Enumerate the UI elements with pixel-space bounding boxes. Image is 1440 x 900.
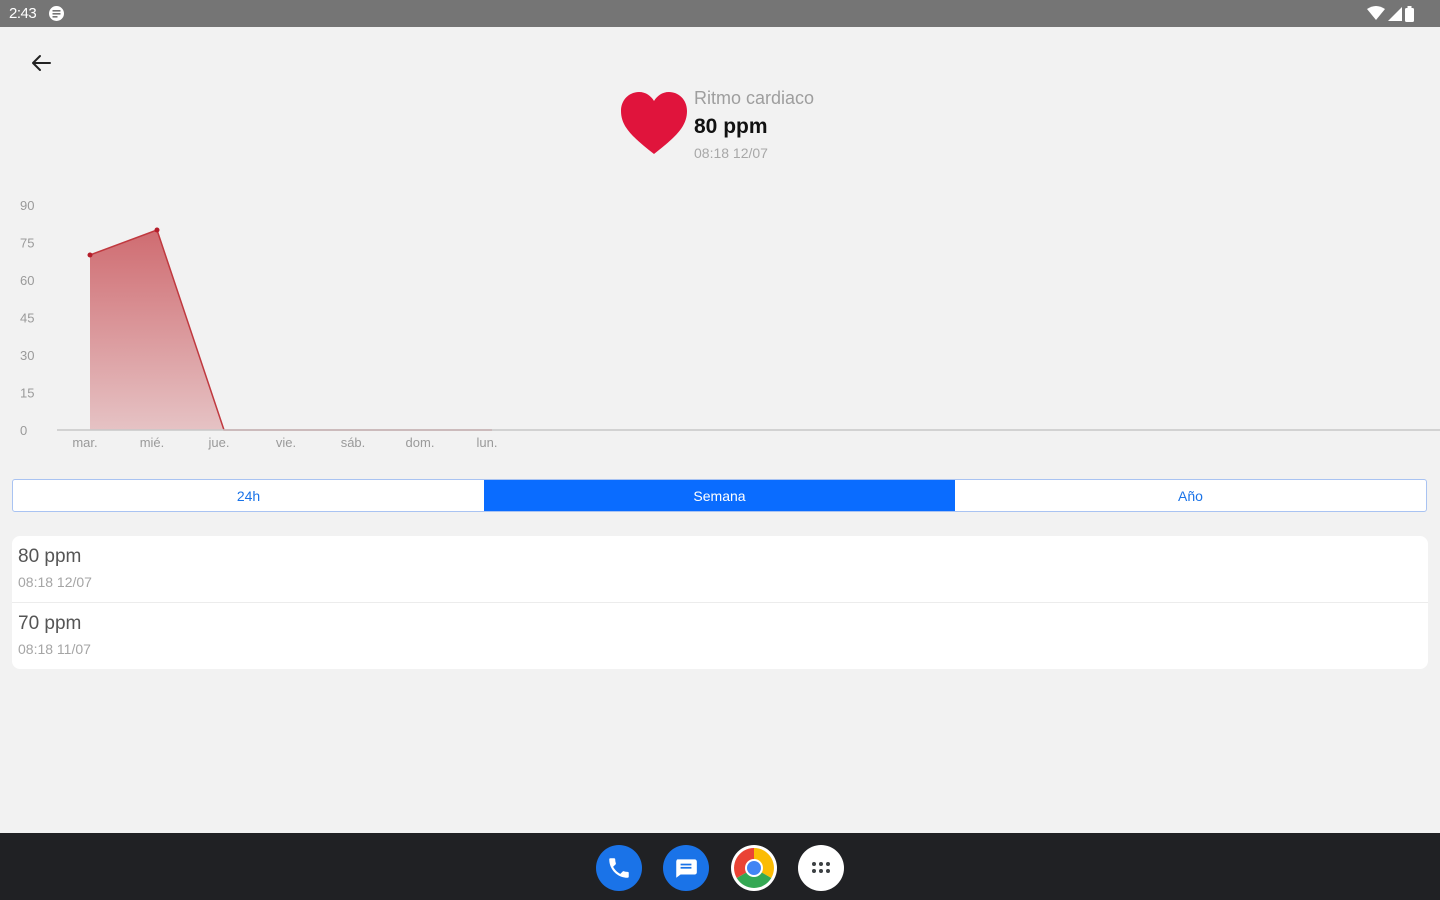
readings-list: 80 ppm 08:18 12/07 70 ppm 08:18 11/07 <box>12 536 1428 669</box>
messages-icon[interactable] <box>663 845 709 891</box>
reading-value: 80 ppm <box>18 546 82 567</box>
battery-icon <box>1405 5 1414 22</box>
signal-icon <box>1388 7 1402 21</box>
notification-icon <box>49 6 64 21</box>
chrome-icon[interactable] <box>731 845 777 891</box>
range-selector: 24h Semana Año <box>12 479 1427 512</box>
x-tick-label: vie. <box>276 435 296 450</box>
arrow-back-icon <box>32 55 51 71</box>
status-bar: 2:43 <box>0 0 1440 27</box>
grid-dots-icon <box>812 862 830 873</box>
data-point <box>154 227 160 233</box>
y-tick-label: 0 <box>20 423 27 438</box>
phone-icon[interactable] <box>596 845 642 891</box>
heart-rate-chart: 0 15 30 45 60 75 90 mar. mié. jue. vie. sáb. dom. lun… <box>20 198 1440 450</box>
wifi-icon <box>1367 6 1385 20</box>
summary-value: 80 ppm <box>694 115 768 138</box>
message-glyph-icon <box>676 859 697 878</box>
status-time: 2:43 <box>9 5 37 22</box>
tab-ano[interactable]: Año <box>955 480 1426 511</box>
chrome-glyph-icon <box>734 848 774 888</box>
list-item[interactable]: 80 ppm 08:18 12/07 <box>12 536 1428 602</box>
tab-24h[interactable]: 24h <box>13 480 484 511</box>
y-tick-label: 90 <box>20 198 34 213</box>
data-point <box>87 252 93 258</box>
x-tick-label: mar. <box>72 435 97 450</box>
tab-semana[interactable]: Semana <box>484 480 955 511</box>
x-tick-label: dom. <box>406 435 435 450</box>
y-tick-label: 45 <box>20 311 34 326</box>
x-tick-label: lun. <box>477 435 498 450</box>
status-icons <box>1367 5 1414 22</box>
x-tick-label: mié. <box>140 435 165 450</box>
y-tick-label: 30 <box>20 348 34 363</box>
x-tick-label: jue. <box>208 435 230 450</box>
summary-timestamp: 08:18 12/07 <box>694 145 768 161</box>
phone-glyph-icon <box>609 858 629 878</box>
y-tick-label: 75 <box>20 236 34 251</box>
heart-icon <box>621 92 687 154</box>
y-tick-label: 60 <box>20 273 34 288</box>
app-drawer-icon[interactable] <box>798 845 844 891</box>
list-item[interactable]: 70 ppm 08:18 11/07 <box>12 602 1428 669</box>
reading-value: 70 ppm <box>18 613 82 634</box>
reading-time: 08:18 11/07 <box>18 641 91 657</box>
x-tick-label: sáb. <box>341 435 366 450</box>
summary-label: Ritmo cardiaco <box>694 88 815 108</box>
back-button[interactable] <box>24 46 58 80</box>
y-tick-label: 15 <box>20 386 34 401</box>
series-area <box>90 230 492 430</box>
dock-bar <box>0 833 1440 900</box>
reading-time: 08:18 12/07 <box>18 574 92 590</box>
